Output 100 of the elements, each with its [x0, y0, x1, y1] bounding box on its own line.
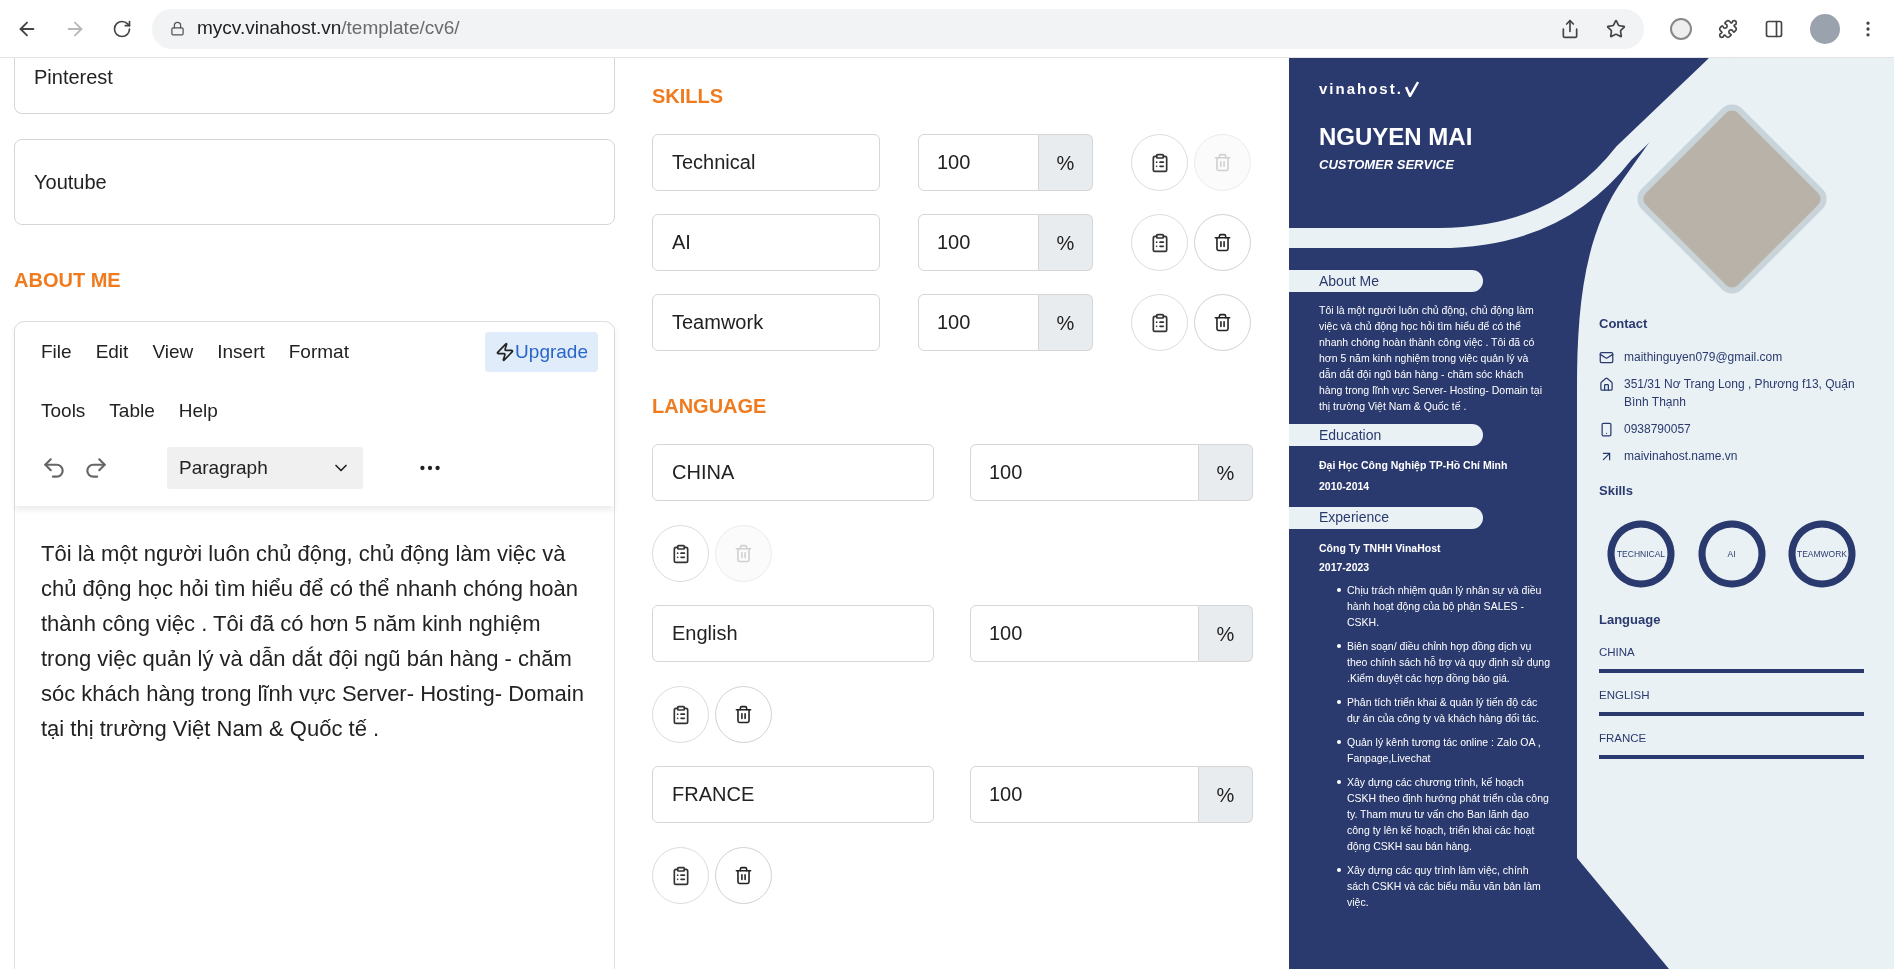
delete-button[interactable] [1194, 294, 1251, 351]
block-format-select[interactable]: Paragraph [167, 447, 363, 489]
share-icon[interactable] [1560, 18, 1580, 39]
duty-text: Xây dựng các quy trình làm việc, chính sách CSKH và các biểu mẫu văn bản làm việc. [1347, 863, 1542, 910]
percent-suffix: % [1039, 294, 1093, 351]
language-name-field[interactable]: FRANCE [652, 766, 934, 823]
education-years: 2010-2014 [1318, 478, 1371, 494]
skills-heading: Skills [1599, 481, 1634, 500]
skill-name-field[interactable]: AI [652, 214, 880, 271]
duty-text: Chịu trách nhiệm quản lý nhân sự và điều hành hoạt động của bộ phận SALES - CSKH. [1347, 583, 1543, 630]
language-name-field[interactable]: English [652, 605, 934, 662]
puzzle-icon[interactable] [1718, 18, 1738, 39]
percent-field[interactable]: 100 [970, 444, 1199, 501]
company-name: Công Ty TNHH VinaHost [1318, 540, 1442, 556]
duty-text: Phân tích triển khai & quản lý tiến độ các dự án của công ty và khách hàng đối tác. [1347, 695, 1541, 726]
star-icon[interactable] [1606, 18, 1626, 39]
menu-item[interactable]: Format [278, 337, 359, 367]
copy-button[interactable] [652, 525, 709, 582]
lock-icon [170, 21, 185, 36]
menu-item[interactable]: File [31, 337, 82, 367]
phone-icon [1599, 421, 1614, 437]
percent-suffix: % [1199, 766, 1253, 823]
percent-field[interactable]: 100 [970, 766, 1199, 823]
menu-item[interactable]: View [142, 337, 204, 367]
menu-item[interactable]: Help [168, 396, 228, 426]
delete-button[interactable] [715, 686, 772, 743]
home-icon [1599, 376, 1614, 392]
duty-text: Xây dựng các chương trình, kế hoạch CSKH theo định hướng phát triển của công ty. Tham mưu tư vấn cho Ban lãnh đạo công ty lên kế hoạch, triển khai các hoạt động CSKH sau bán hàng. [1347, 775, 1550, 854]
profile-avatar[interactable] [1810, 13, 1840, 44]
text-field[interactable]: Youtube [14, 139, 615, 225]
contact-text: maivinahost.name.vn [1624, 447, 1738, 465]
delete-button[interactable] [1194, 214, 1251, 271]
bullet-icon [1337, 740, 1341, 744]
duty-text: Biên soạn/ điều chỉnh hợp đồng dịch vụ theo chính sách hỗ trợ và quy định sử dụng .Kiểm duyệt các hợp đồng báo giá. [1347, 639, 1551, 686]
lightning-icon [495, 342, 516, 362]
undo-icon[interactable] [41, 455, 67, 481]
trash-icon [734, 866, 753, 885]
delete-button[interactable] [715, 847, 772, 904]
trash-icon [1213, 313, 1232, 332]
trash-icon [734, 705, 753, 724]
contact-text: maithinguyen079@gmail.com [1624, 348, 1783, 366]
language-name-field[interactable]: CHINA [652, 444, 934, 501]
percent-suffix: % [1039, 214, 1093, 271]
language-label: CHINA [1599, 644, 1636, 660]
contact-text: 0938790057 [1624, 420, 1691, 438]
section-heading: About Me [1289, 270, 1483, 292]
contact-heading: Contact [1599, 315, 1649, 333]
bullet-icon [1337, 700, 1341, 704]
bullet-icon [1337, 868, 1341, 872]
skill-label: TECHNICAL [1616, 547, 1666, 561]
copy-button[interactable] [1131, 134, 1188, 191]
contact-text: 351/31 Nơ Trang Long , Phương f13, Quận Bình Thạnh [1624, 375, 1856, 411]
section-heading: Education [1289, 424, 1483, 446]
trash-icon [734, 544, 753, 563]
cv-name: NGUYEN MAI [1319, 121, 1474, 152]
copy-button[interactable] [652, 686, 709, 743]
reload-icon[interactable] [112, 18, 132, 39]
duty-text: Quản lý kênh tương tác online : Zalo OA , Fanpage,Livechat [1347, 735, 1542, 766]
menu-item[interactable]: Edit [85, 337, 139, 367]
copy-button[interactable] [1131, 214, 1188, 271]
percent-suffix: % [1039, 134, 1093, 191]
percent-field[interactable]: 100 [918, 294, 1039, 351]
skill-label: TEAMWORK [1796, 547, 1848, 561]
copy-button[interactable] [1131, 294, 1188, 351]
side-panel-icon[interactable] [1764, 18, 1784, 39]
text-field[interactable]: Pinterest [14, 58, 615, 114]
menu-item[interactable]: Table [99, 396, 165, 426]
redo-icon[interactable] [83, 455, 109, 481]
language-heading: Language [1599, 611, 1662, 629]
bullet-icon [1337, 588, 1341, 592]
skill-name-field[interactable]: Teamwork [652, 294, 880, 351]
bullet-icon [1337, 644, 1341, 648]
trash-icon [1213, 233, 1232, 252]
experience-years: 2017-2023 [1318, 560, 1371, 576]
skill-name-field[interactable]: Technical [652, 134, 880, 191]
cv-role: CUSTOMER SERVICE [1319, 155, 1456, 174]
about-text: Tôi là một người luôn chủ động, chủ động làm việc và chủ động học hỏi tìm hiểu để có thể nhanh chóng hoàn thành công việc . Tôi đã có hơn 5 năm kinh nghiệm trong việc quản lý và dẫn dắt đội ngũ bán hàng - chăm sóc khách hàng trong lĩnh vực Server- Hosting- Domain tại thị trường Việt Nam & Quốc tế . [1318, 303, 1543, 414]
section-heading: Experience [1289, 506, 1483, 529]
language-label: ENGLISH [1599, 687, 1651, 703]
school-name: Đại Học Công Nghiệp TP-Hồ Chí Minh [1318, 458, 1509, 474]
copy-button[interactable] [652, 847, 709, 904]
percent-field[interactable]: 100 [918, 214, 1039, 271]
checkmark-icon [1404, 81, 1419, 98]
language-label: FRANCE [1599, 731, 1648, 746]
skill-label: AI [1727, 547, 1736, 561]
url-text: mycv.vinahost.vn/template/cv6/ [197, 16, 461, 41]
upgrade-button[interactable]: Upgrade [485, 332, 598, 372]
address-bar[interactable]: mycv.vinahost.vn/template/cv6/ [152, 8, 1644, 49]
trash-icon [1213, 153, 1232, 172]
percent-suffix: % [1199, 605, 1253, 662]
percent-field[interactable]: 100 [970, 605, 1199, 662]
mail-icon [1599, 349, 1614, 365]
section-heading: SKILLS [652, 84, 725, 109]
logo-text: vinahost. [1319, 79, 1403, 99]
menu-item[interactable]: Insert [207, 337, 275, 367]
percent-field[interactable]: 100 [918, 134, 1039, 191]
percent-suffix: % [1199, 444, 1253, 501]
section-heading: LANGUAGE [652, 394, 768, 419]
menu-item[interactable]: Tools [31, 396, 96, 426]
editor-content[interactable]: Tôi là một người luôn chủ động, chủ động làm việc và chủ động học hỏi tìm hiểu để có thể nhanh chóng hoàn thành công việc . Tôi đã có hơn 5 năm kinh nghiệm trong việc quản lý và dẫn dắt đội ngũ bán hàng - chăm sóc khách hàng trong lĩnh vực Server- Hosting- Domain tại thị trường Việt Nam & Quốc tế . [15, 506, 614, 746]
